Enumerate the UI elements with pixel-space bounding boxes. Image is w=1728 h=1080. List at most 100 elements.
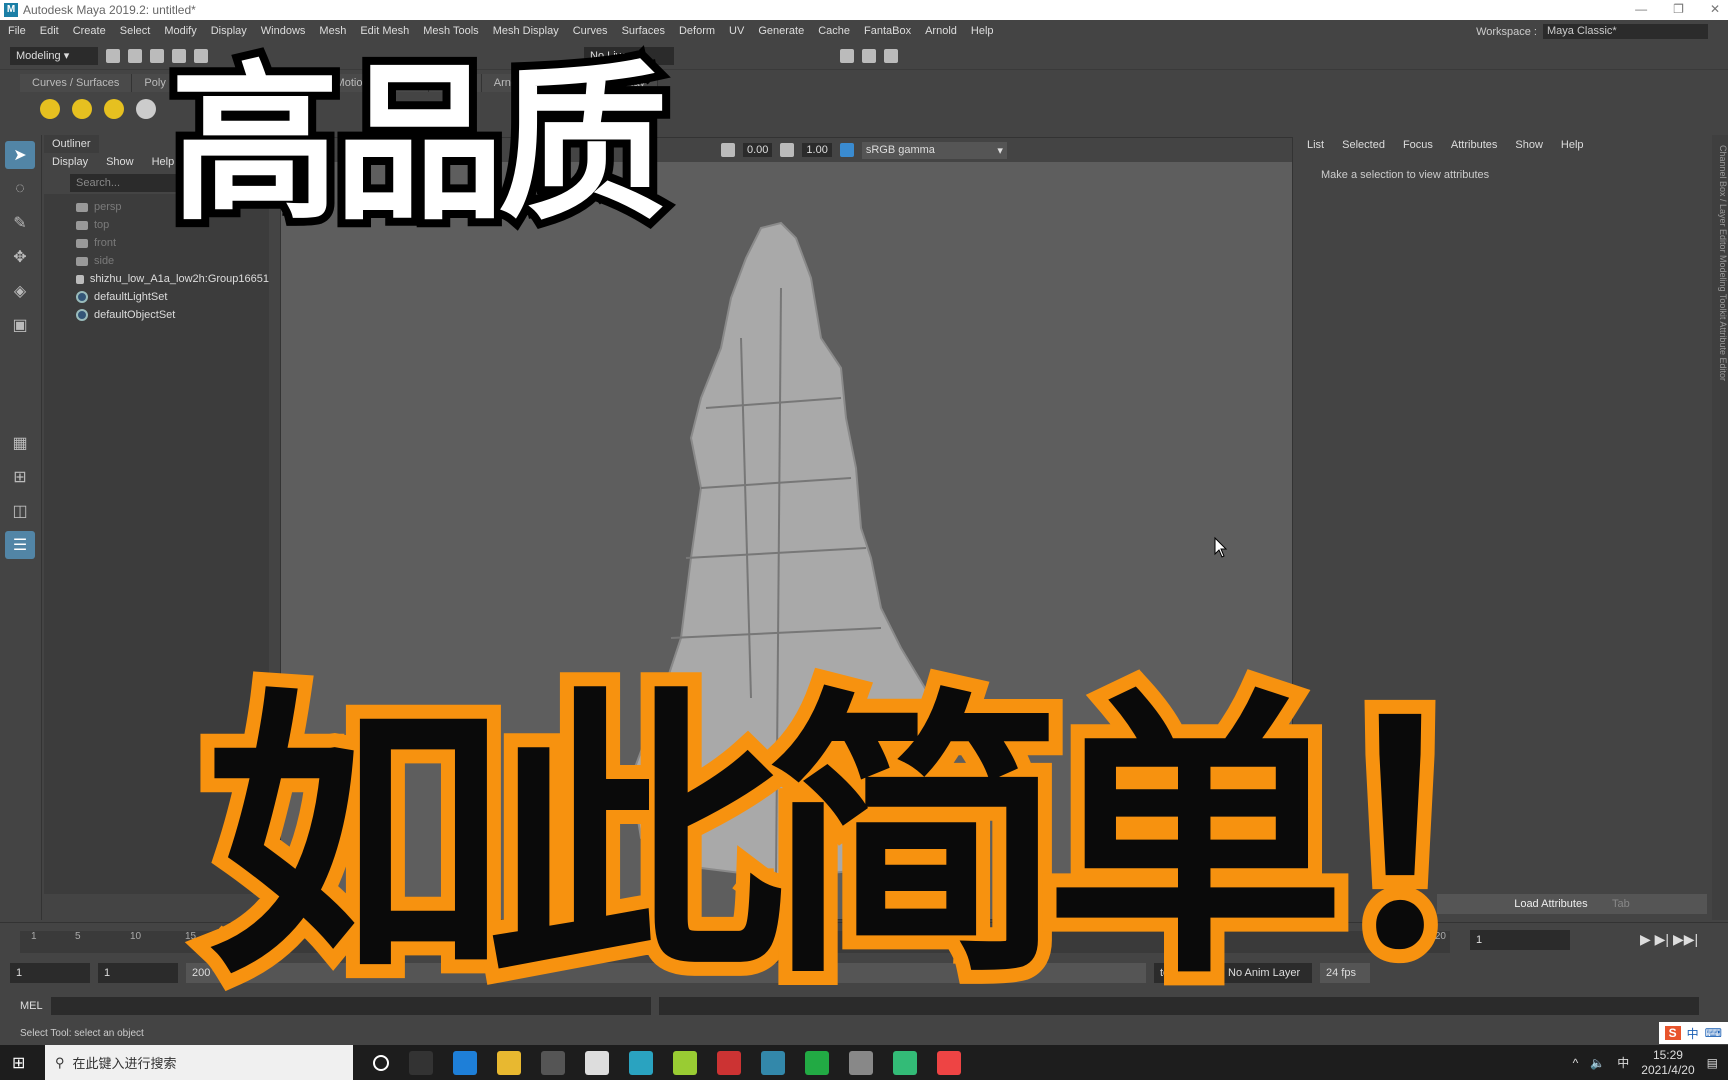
- menu-windows[interactable]: Windows: [261, 25, 306, 37]
- menu-help[interactable]: Help: [971, 25, 994, 37]
- outliner-item[interactable]: shizhu_low_A1a_low2h:Group16651: [44, 270, 269, 288]
- menu-surfaces[interactable]: Surfaces: [622, 25, 665, 37]
- cortana-icon[interactable]: [373, 1054, 389, 1071]
- light-icon[interactable]: [40, 99, 60, 119]
- select-tool-icon[interactable]: ➤: [5, 141, 35, 169]
- menu-generate[interactable]: Generate: [758, 25, 804, 37]
- side-tabs[interactable]: Channel Box / Layer Editor Modeling Tool…: [1712, 135, 1728, 920]
- menu-select[interactable]: Select: [120, 25, 151, 37]
- outliner-menu-item[interactable]: Display: [52, 156, 88, 168]
- outliner-item[interactable]: side: [44, 252, 269, 270]
- outliner-layout-icon[interactable]: ☰: [5, 531, 35, 559]
- maya-taskbar-icon[interactable]: [629, 1050, 653, 1075]
- taskbar-search[interactable]: ⚲ 在此键入进行搜索: [45, 1045, 353, 1080]
- playback-controls[interactable]: ▶ ▶| ▶▶|: [1640, 931, 1698, 948]
- start-frame-field[interactable]: 1: [10, 963, 90, 983]
- menu-fantabox[interactable]: FantaBox: [864, 25, 911, 37]
- workspace-label: Workspace :: [1476, 25, 1537, 38]
- point-light-icon[interactable]: [104, 99, 124, 119]
- new-scene-icon[interactable]: [106, 48, 120, 63]
- attr-menu-item[interactable]: List: [1307, 139, 1324, 151]
- menu-edit[interactable]: Edit: [40, 25, 59, 37]
- menu-deform[interactable]: Deform: [679, 25, 715, 37]
- menu-cache[interactable]: Cache: [818, 25, 850, 37]
- menu-arnold[interactable]: Arnold: [925, 25, 957, 37]
- outliner-item-label: side: [94, 255, 115, 267]
- mel-label[interactable]: MEL: [20, 1000, 43, 1012]
- restore-icon[interactable]: ❐: [1673, 2, 1684, 16]
- outliner-item[interactable]: defaultObjectSet: [44, 306, 269, 324]
- mode-dropdown[interactable]: Modeling ▾: [10, 46, 98, 65]
- windows-start-icon[interactable]: ⊞: [12, 1053, 25, 1073]
- menu-mesh[interactable]: Mesh: [319, 25, 346, 37]
- mail-icon[interactable]: [585, 1050, 609, 1075]
- menu-curves[interactable]: Curves: [573, 25, 608, 37]
- attr-menu-item[interactable]: Selected: [1342, 139, 1385, 151]
- outliner-item-label: persp: [94, 201, 122, 213]
- attr-menu-item[interactable]: Show: [1515, 139, 1543, 151]
- task-view-icon[interactable]: [409, 1050, 433, 1075]
- outliner-item-label: defaultObjectSet: [94, 309, 176, 321]
- menu-edit-mesh[interactable]: Edit Mesh: [360, 25, 409, 37]
- attr-menu-item[interactable]: Help: [1561, 139, 1584, 151]
- render-icon[interactable]: [840, 48, 854, 63]
- save-scene-icon[interactable]: [150, 48, 164, 63]
- tick-label: 10: [130, 931, 142, 942]
- notification-icon[interactable]: ▤: [1707, 1056, 1718, 1070]
- menu-bar: File Edit Create Select Modify Display Windows…: [0, 20, 1728, 41]
- app-icon[interactable]: [849, 1050, 873, 1075]
- file-explorer-icon[interactable]: [497, 1050, 521, 1075]
- menu-mesh-display[interactable]: Mesh Display: [493, 25, 559, 37]
- camera-icon: [76, 220, 88, 230]
- sogou-icon[interactable]: S: [1664, 1026, 1681, 1040]
- rotate-tool-icon[interactable]: ◈: [5, 277, 35, 305]
- directional-light-icon[interactable]: [72, 99, 92, 119]
- menu-create[interactable]: Create: [73, 25, 106, 37]
- search-icon: ⚲: [55, 1054, 65, 1070]
- spot-light-icon[interactable]: [136, 99, 156, 119]
- app-icon[interactable]: [805, 1050, 829, 1075]
- shelf-tab[interactable]: Curves / Surfaces: [20, 74, 133, 92]
- ime-tray[interactable]: 中: [1617, 1054, 1629, 1071]
- close-icon[interactable]: ✕: [1710, 2, 1720, 16]
- menu-display[interactable]: Display: [211, 25, 247, 37]
- ipr-render-icon[interactable]: [862, 48, 876, 63]
- ime-mode[interactable]: 中: [1687, 1025, 1699, 1042]
- substance-icon[interactable]: [717, 1050, 741, 1075]
- app-icon[interactable]: [761, 1050, 785, 1075]
- chevron-up-icon[interactable]: ^: [1573, 1056, 1579, 1070]
- ime-toolbar[interactable]: S 中 ⌨: [1658, 1022, 1728, 1044]
- outliner-item[interactable]: defaultLightSet: [44, 288, 269, 306]
- volume-icon[interactable]: 🔈: [1590, 1056, 1605, 1070]
- menu-modify[interactable]: Modify: [164, 25, 196, 37]
- store-icon[interactable]: [541, 1050, 565, 1075]
- lasso-tool-icon[interactable]: ◌: [5, 175, 35, 203]
- menu-uv[interactable]: UV: [729, 25, 744, 37]
- scale-tool-icon[interactable]: ▣: [5, 311, 35, 339]
- outliner-menu-item[interactable]: Show: [106, 156, 134, 168]
- clock[interactable]: 15:29 2021/4/20: [1641, 1048, 1694, 1078]
- minimize-icon[interactable]: —: [1635, 2, 1647, 16]
- range-start-field[interactable]: 1: [98, 963, 178, 983]
- render-settings-icon[interactable]: [884, 48, 898, 63]
- app-icon[interactable]: [673, 1050, 697, 1075]
- toolbox: ➤ ◌ ✎ ✥ ◈ ▣ ▦ ⊞ ◫ ☰: [0, 135, 42, 920]
- open-scene-icon[interactable]: [128, 48, 142, 63]
- keyboard-icon[interactable]: ⌨: [1705, 1026, 1722, 1040]
- paint-select-icon[interactable]: ✎: [5, 209, 35, 237]
- four-view-icon[interactable]: ⊞: [5, 463, 35, 491]
- mode-value: Modeling: [16, 49, 61, 62]
- move-tool-icon[interactable]: ✥: [5, 243, 35, 271]
- attr-menu-item[interactable]: Focus: [1403, 139, 1433, 151]
- workspace-dropdown[interactable]: Maya Classic*: [1543, 24, 1708, 39]
- menu-file[interactable]: File: [8, 25, 26, 37]
- app-icon[interactable]: [893, 1050, 917, 1075]
- camtasia-icon[interactable]: [937, 1050, 961, 1075]
- outliner-tab[interactable]: Outliner: [44, 135, 99, 153]
- overlay-title-bottom: 如此简单！: [191, 665, 1639, 1014]
- single-view-icon[interactable]: ▦: [5, 429, 35, 457]
- attr-menu-item[interactable]: Attributes: [1451, 139, 1497, 151]
- edge-icon[interactable]: [453, 1050, 477, 1075]
- menu-mesh-tools[interactable]: Mesh Tools: [423, 25, 478, 37]
- two-view-icon[interactable]: ◫: [5, 497, 35, 525]
